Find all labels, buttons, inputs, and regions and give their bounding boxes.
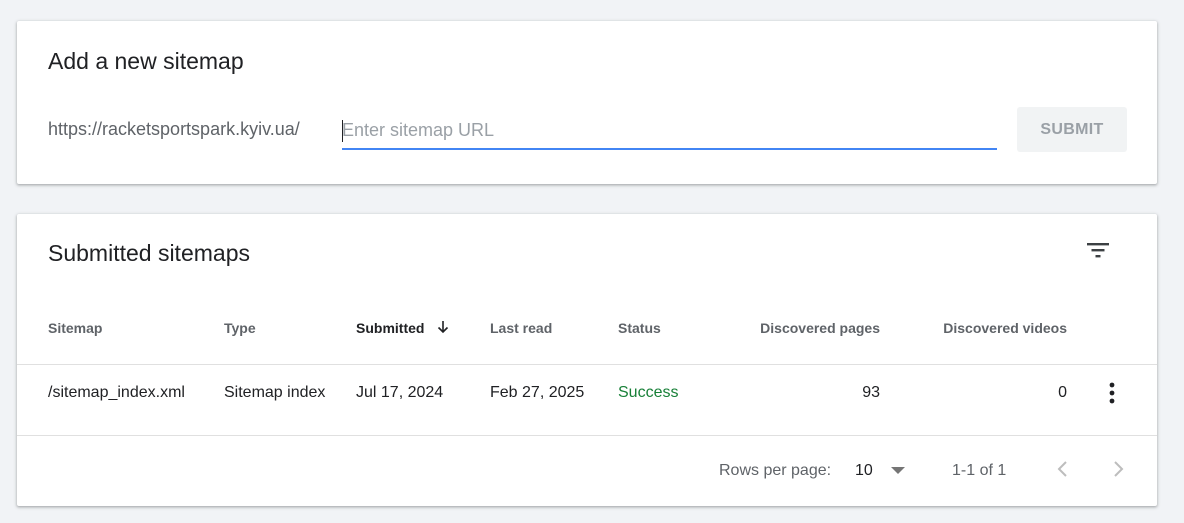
filter-list-icon[interactable] (1085, 240, 1111, 260)
add-sitemap-title: Add a new sitemap (48, 48, 244, 74)
arrow-downward-icon (438, 321, 449, 334)
column-header-discovered-videos[interactable]: Discovered videos (943, 320, 1067, 336)
sitemap-url-field[interactable] (342, 115, 997, 150)
cell-sitemap: /sitemap_index.xml (48, 384, 185, 401)
arrow-drop-down-icon (891, 467, 905, 474)
chevron-right-icon[interactable] (1106, 457, 1130, 481)
rows-per-page-select[interactable]: 10 (855, 458, 911, 484)
header-divider (17, 364, 1157, 365)
column-header-last-read[interactable]: Last read (490, 320, 552, 336)
row-divider (17, 435, 1157, 436)
cell-last-read: Feb 27, 2025 (490, 384, 585, 401)
text-caret (342, 120, 343, 142)
cell-submitted: Jul 17, 2024 (356, 384, 444, 401)
column-header-type[interactable]: Type (224, 320, 256, 336)
cell-type: Sitemap index (224, 384, 326, 401)
column-header-submitted-label: Submitted (356, 320, 425, 336)
column-header-sitemap[interactable]: Sitemap (48, 320, 102, 336)
more-vert-icon[interactable] (1100, 379, 1124, 407)
sitemap-url-input[interactable] (342, 115, 997, 145)
cell-discovered-pages: 93 (862, 384, 880, 401)
rows-per-page-value: 10 (855, 462, 873, 479)
rows-per-page-label: Rows per page: (719, 462, 832, 479)
column-header-discovered-pages[interactable]: Discovered pages (760, 320, 880, 336)
submitted-sitemaps-card: Submitted sitemaps Sitemap Type Submitte… (17, 214, 1157, 506)
pagination-range: 1-1 of 1 (952, 462, 1007, 479)
site-url-prefix: https://racketsportspark.kyiv.ua/ (48, 119, 300, 139)
column-header-submitted[interactable]: Submitted (356, 320, 450, 336)
chevron-left-icon[interactable] (1051, 457, 1075, 481)
submitted-sitemaps-title: Submitted sitemaps (48, 240, 250, 266)
submit-button[interactable]: SUBMIT (1017, 107, 1127, 152)
add-sitemap-card: Add a new sitemap https://racketsportspa… (17, 21, 1157, 184)
column-header-status[interactable]: Status (618, 320, 661, 336)
cell-status: Success (618, 384, 679, 401)
cell-discovered-videos: 0 (1058, 384, 1067, 401)
